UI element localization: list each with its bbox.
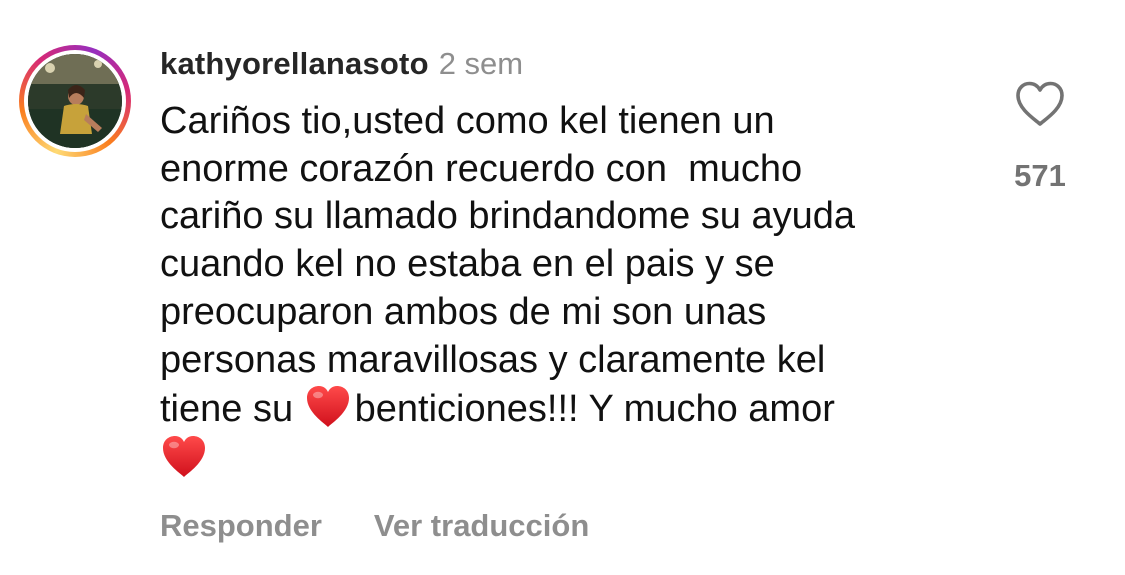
comment-line: Cariños tio,usted como kel tienen un: [160, 100, 775, 142]
comment-line-emoji-only: [160, 434, 990, 484]
story-ring[interactable]: [19, 45, 131, 157]
user-avatar-icon: [28, 54, 122, 148]
see-translation-button[interactable]: Ver traducción: [374, 508, 589, 543]
red-heart-emoji-icon: [160, 434, 208, 480]
comment-line: cuando kel no estaba en el pais y se: [160, 243, 775, 286]
avatar[interactable]: [28, 54, 122, 148]
like-column: 571: [1000, 80, 1080, 194]
comment-time: 2 sem: [438, 46, 524, 81]
like-button[interactable]: [1014, 80, 1066, 128]
comment-line-with-emoji: tiene su benticiones!!! Y mucho amor: [160, 384, 990, 434]
comment-actions: Responder Ver traducción: [160, 505, 589, 547]
comment-line: cariño su llamado brindandome su ayuda: [160, 195, 855, 238]
comment-line: enorme corazón recuerdo con mucho: [160, 147, 803, 190]
username-link[interactable]: kathyorellanasoto: [160, 46, 429, 81]
heart-outline-icon: [1016, 81, 1064, 126]
comment-line: preocuparon ambos de mi son unas: [160, 290, 767, 333]
comment-item: kathyorellanasoto 2 sem Cariños tio,usted…: [0, 0, 1125, 575]
comment-header: kathyorellanasoto 2 sem: [160, 44, 523, 84]
like-count: 571: [1014, 158, 1066, 193]
reply-button[interactable]: Responder: [160, 508, 322, 543]
comment-text: Cariños tio,usted como kel tienen un eno…: [160, 98, 990, 484]
comment-line: personas maravillosas y claramente kel: [160, 338, 826, 381]
red-heart-emoji-icon: [304, 384, 352, 430]
